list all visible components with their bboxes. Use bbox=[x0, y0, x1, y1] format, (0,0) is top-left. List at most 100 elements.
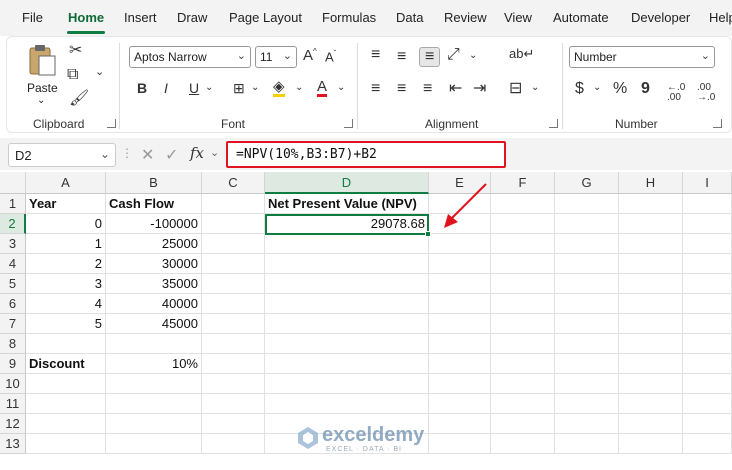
cell-a10[interactable] bbox=[26, 374, 106, 394]
cell-d10[interactable] bbox=[265, 374, 429, 394]
cell-i6[interactable] bbox=[683, 294, 732, 314]
decrease-indent-icon[interactable]: ⇤ bbox=[449, 81, 462, 97]
increase-indent-icon[interactable]: ⇥ bbox=[473, 81, 486, 97]
align-left-icon[interactable]: ≡ bbox=[371, 81, 380, 97]
cell-e9[interactable] bbox=[429, 354, 491, 374]
cell-f12[interactable] bbox=[491, 414, 555, 434]
cell-c9[interactable] bbox=[202, 354, 265, 374]
row-header-12[interactable]: 12 bbox=[0, 414, 26, 434]
tab-home[interactable]: Home bbox=[68, 10, 104, 25]
cell-g9[interactable] bbox=[555, 354, 619, 374]
chevron-down-icon[interactable]: ⌄ bbox=[251, 83, 259, 93]
cell-f13[interactable] bbox=[491, 434, 555, 454]
row-header-5[interactable]: 5 bbox=[0, 274, 26, 294]
column-header-c[interactable]: C bbox=[202, 172, 265, 194]
row-header-7[interactable]: 7 bbox=[0, 314, 26, 334]
underline-button[interactable]: U bbox=[189, 81, 199, 95]
cell-b2[interactable]: -100000 bbox=[106, 214, 202, 234]
align-bottom-icon[interactable]: ≡ bbox=[419, 47, 441, 67]
format-painter-icon[interactable]: 🖌 bbox=[69, 91, 89, 107]
cell-b11[interactable] bbox=[106, 394, 202, 414]
cell-b5[interactable]: 35000 bbox=[106, 274, 202, 294]
cell-i12[interactable] bbox=[683, 414, 732, 434]
comma-style-button[interactable]: 9 bbox=[641, 81, 650, 97]
cell-d8[interactable] bbox=[265, 334, 429, 354]
column-header-g[interactable]: G bbox=[555, 172, 619, 194]
decrease-decimal-icon[interactable]: .00 →.0 bbox=[697, 83, 715, 103]
cell-d6[interactable] bbox=[265, 294, 429, 314]
cell-d1[interactable]: Net Present Value (NPV) bbox=[265, 194, 429, 214]
cell-g4[interactable] bbox=[555, 254, 619, 274]
italic-button[interactable]: I bbox=[164, 81, 168, 95]
cell-c5[interactable] bbox=[202, 274, 265, 294]
cell-h1[interactable] bbox=[619, 194, 683, 214]
tab-help[interactable]: Help bbox=[709, 10, 732, 25]
cell-d9[interactable] bbox=[265, 354, 429, 374]
increase-decimal-icon[interactable]: ←.0.00 bbox=[667, 83, 685, 103]
font-launcher-icon[interactable]: . bbox=[344, 119, 353, 128]
tab-draw[interactable]: Draw bbox=[177, 10, 207, 25]
cell-e4[interactable] bbox=[429, 254, 491, 274]
cell-g2[interactable] bbox=[555, 214, 619, 234]
increase-font-icon[interactable]: A^ bbox=[303, 48, 317, 64]
percent-button[interactable]: % bbox=[613, 81, 627, 97]
column-header-b[interactable]: B bbox=[106, 172, 202, 194]
tab-file[interactable]: File bbox=[22, 10, 43, 25]
cell-e10[interactable] bbox=[429, 374, 491, 394]
cell-a8[interactable] bbox=[26, 334, 106, 354]
cell-g7[interactable] bbox=[555, 314, 619, 334]
cell-i4[interactable] bbox=[683, 254, 732, 274]
align-center-icon[interactable]: ≡ bbox=[397, 81, 406, 97]
fill-handle[interactable] bbox=[425, 231, 431, 237]
cell-a11[interactable] bbox=[26, 394, 106, 414]
cell-i7[interactable] bbox=[683, 314, 732, 334]
paste-button[interactable]: Paste ⌄ bbox=[21, 41, 63, 107]
cell-a6[interactable]: 4 bbox=[26, 294, 106, 314]
clipboard-launcher-icon[interactable]: . bbox=[107, 119, 116, 128]
cell-a1[interactable]: Year bbox=[26, 194, 106, 214]
column-header-a[interactable]: A bbox=[26, 172, 106, 194]
row-header-2[interactable]: 2 bbox=[0, 214, 26, 234]
cell-f4[interactable] bbox=[491, 254, 555, 274]
merge-center-icon[interactable]: ⊟ bbox=[509, 81, 522, 97]
cell-b4[interactable]: 30000 bbox=[106, 254, 202, 274]
currency-button[interactable]: $ bbox=[575, 81, 584, 97]
cell-g11[interactable] bbox=[555, 394, 619, 414]
formula-input[interactable]: =NPV(10%,B3:B7)+B2 bbox=[226, 141, 506, 168]
cell-c2[interactable] bbox=[202, 214, 265, 234]
cell-i1[interactable] bbox=[683, 194, 732, 214]
cell-c4[interactable] bbox=[202, 254, 265, 274]
borders-icon[interactable]: ⊞ bbox=[233, 81, 245, 95]
cancel-icon[interactable]: ✕ bbox=[141, 145, 154, 165]
cell-a7[interactable]: 5 bbox=[26, 314, 106, 334]
cell-g10[interactable] bbox=[555, 374, 619, 394]
cell-a3[interactable]: 1 bbox=[26, 234, 106, 254]
cell-a5[interactable]: 3 bbox=[26, 274, 106, 294]
cell-g8[interactable] bbox=[555, 334, 619, 354]
align-right-icon[interactable]: ≡ bbox=[423, 81, 432, 97]
cell-h3[interactable] bbox=[619, 234, 683, 254]
cell-d11[interactable] bbox=[265, 394, 429, 414]
bold-button[interactable]: B bbox=[137, 81, 147, 95]
row-header-4[interactable]: 4 bbox=[0, 254, 26, 274]
cell-b10[interactable] bbox=[106, 374, 202, 394]
row-header-6[interactable]: 6 bbox=[0, 294, 26, 314]
cell-i10[interactable] bbox=[683, 374, 732, 394]
cell-h4[interactable] bbox=[619, 254, 683, 274]
cell-h7[interactable] bbox=[619, 314, 683, 334]
cell-i2[interactable] bbox=[683, 214, 732, 234]
cell-b8[interactable] bbox=[106, 334, 202, 354]
font-name-select[interactable]: Aptos Narrow ⌄ bbox=[129, 46, 251, 68]
chevron-down-icon[interactable]: ⌄ bbox=[295, 83, 303, 93]
cell-c7[interactable] bbox=[202, 314, 265, 334]
align-top-icon[interactable]: ≡ bbox=[371, 47, 380, 63]
cell-c8[interactable] bbox=[202, 334, 265, 354]
cell-e6[interactable] bbox=[429, 294, 491, 314]
row-header-9[interactable]: 9 bbox=[0, 354, 26, 374]
cell-f11[interactable] bbox=[491, 394, 555, 414]
cell-g6[interactable] bbox=[555, 294, 619, 314]
cell-b6[interactable]: 40000 bbox=[106, 294, 202, 314]
copy-icon[interactable]: ⧉ bbox=[67, 67, 78, 83]
cell-f6[interactable] bbox=[491, 294, 555, 314]
tab-insert[interactable]: Insert bbox=[124, 10, 157, 25]
